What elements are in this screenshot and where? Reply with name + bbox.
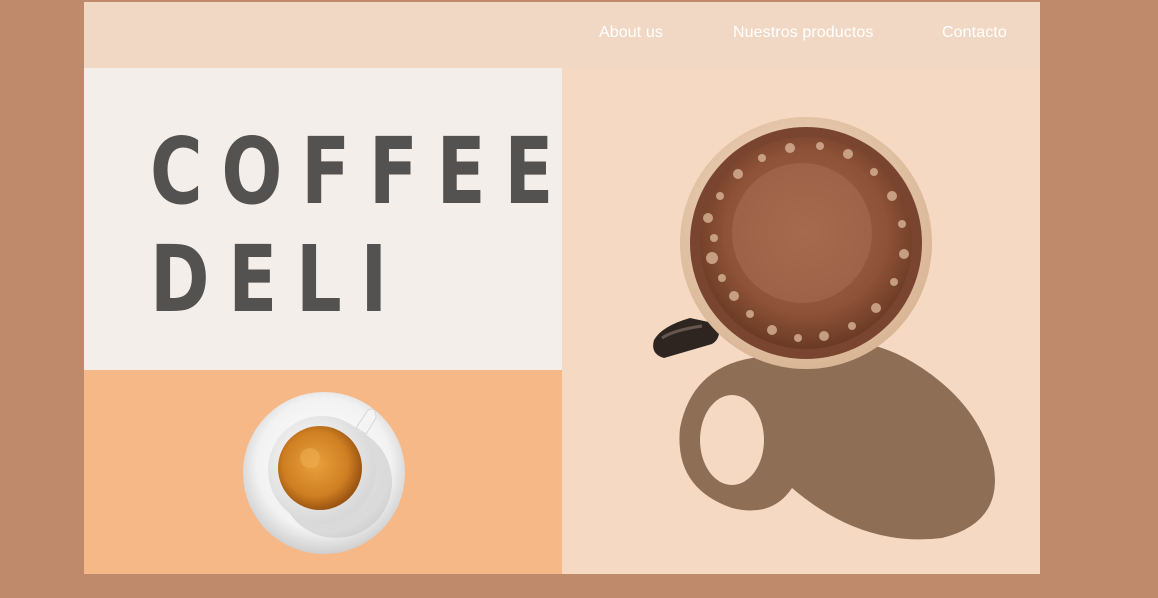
espresso-cup-image xyxy=(243,392,405,554)
nav-link-nuestros-productos[interactable]: Nuestros productos xyxy=(733,24,874,42)
espresso-crema xyxy=(278,426,362,510)
hero-title-panel: COFFEE DELI xyxy=(84,68,562,370)
shadow-handle-hole xyxy=(700,395,764,485)
coffee-mug-image xyxy=(653,117,995,540)
nav-link-about-us[interactable]: About us xyxy=(599,24,663,42)
espresso-panel xyxy=(84,370,562,574)
landing-page: About us Nuestros productos Contacto COF… xyxy=(84,2,1040,574)
top-nav: About us Nuestros productos Contacto xyxy=(84,2,1040,68)
coffee-mug-photo xyxy=(562,68,1040,574)
nav-link-contacto[interactable]: Contacto xyxy=(942,24,1007,42)
hero-title-line-2: DELI xyxy=(150,226,406,333)
hero-title-line-1: COFFEE xyxy=(150,118,573,225)
